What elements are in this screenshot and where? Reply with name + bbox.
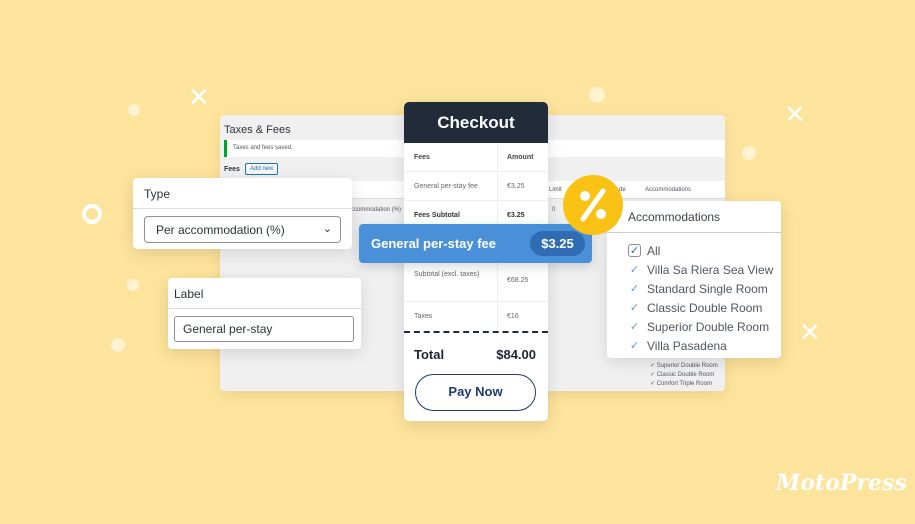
check-icon: ✓ <box>629 302 640 314</box>
fee-pill-label: General per-stay fee <box>371 236 497 251</box>
fees-label: Fees <box>224 166 240 173</box>
column-header: Accommodations <box>645 187 692 193</box>
label-label: Label <box>174 287 204 301</box>
row-value: 0 <box>552 207 556 213</box>
accommodations-title: Accommodations <box>628 210 721 224</box>
ring-decoration-icon <box>82 204 102 224</box>
type-select[interactable]: Per accommodation (%) ⌄ <box>144 216 341 243</box>
subtotal-row: Subtotal (excl. taxes) €68.25 <box>404 260 548 302</box>
pay-now-button[interactable]: Pay Now <box>415 374 536 411</box>
column-header: ccommodation (%) <box>351 207 402 213</box>
accommodation-option[interactable]: ✓ Villa Sa Riera Sea View <box>628 260 773 279</box>
taxes-row: Taxes €16 <box>414 313 519 320</box>
fee-row: General per-stay fee €3.25 <box>404 172 548 201</box>
dot-decoration <box>742 146 756 160</box>
check-icon: ✓ <box>629 321 640 333</box>
dot-decoration <box>128 104 140 116</box>
admin-title: Taxes & Fees <box>224 124 291 136</box>
label-card: Label <box>168 278 361 349</box>
dot-decoration <box>127 279 139 291</box>
accommodation-option[interactable]: ✓ Villa Pasadena <box>628 336 773 355</box>
type-label: Type <box>144 187 171 201</box>
fee-highlight-pill: General per-stay fee $3.25 <box>359 224 592 263</box>
check-icon: ✓ <box>629 340 640 352</box>
check-icon: ✓ <box>629 264 640 276</box>
cross-decoration-icon: ✕ <box>799 318 821 348</box>
total-value: $84.00 <box>496 347 536 362</box>
accommodation-list: ✓ Superior Double Room ✓ Classic Double … <box>650 363 718 387</box>
chevron-down-icon: ⌄ <box>322 223 332 235</box>
divider <box>404 331 548 333</box>
fees-header: Fees <box>414 154 430 161</box>
percent-icon <box>563 175 623 235</box>
motopress-logo: MotoPress <box>776 470 907 496</box>
label-input[interactable] <box>174 316 354 342</box>
dot-decoration <box>589 87 605 103</box>
type-card: Type Per accommodation (%) ⌄ <box>133 178 352 249</box>
check-icon: ✓ <box>629 283 640 295</box>
accommodation-option[interactable]: ✓ Superior Double Room <box>628 317 773 336</box>
checkout-title: Checkout <box>404 102 548 143</box>
add-new-button[interactable]: Add new <box>245 163 279 175</box>
cross-decoration-icon: ✕ <box>188 83 210 113</box>
accommodation-option[interactable]: ✓ All <box>628 241 773 260</box>
type-select-value: Per accommodation (%) <box>156 223 285 237</box>
checkbox-checked-icon: ✓ <box>628 244 641 257</box>
accommodation-option[interactable]: ✓ Standard Single Room <box>628 279 773 298</box>
dot-decoration <box>111 338 125 352</box>
total-label: Total <box>414 347 445 362</box>
cross-decoration-icon: ✕ <box>784 100 806 130</box>
accommodation-option[interactable]: ✓ Classic Double Room <box>628 298 773 317</box>
column-header: Limit <box>549 187 562 193</box>
amount-header: Amount <box>507 154 534 161</box>
accommodations-card: Accommodations ✓ All ✓ Villa Sa Riera Sea … <box>607 201 781 358</box>
